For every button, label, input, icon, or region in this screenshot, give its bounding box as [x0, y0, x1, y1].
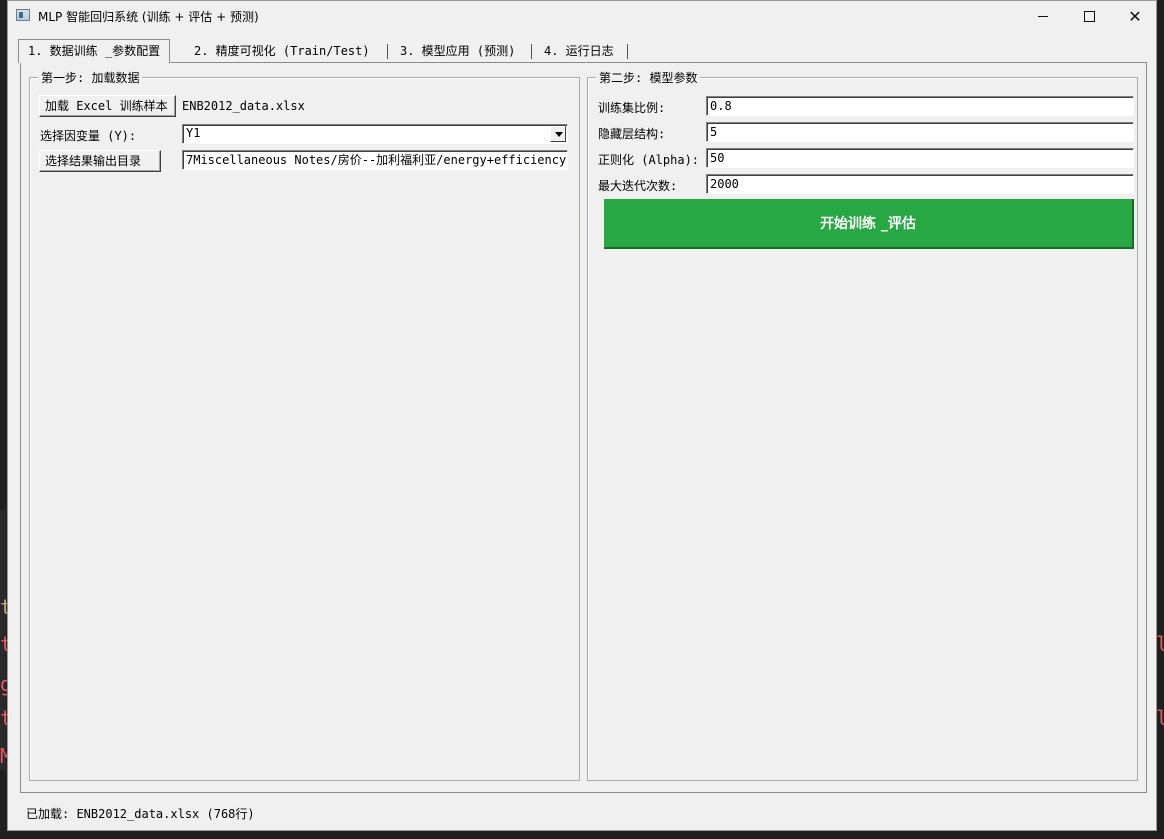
- tab-separator: [627, 44, 628, 59]
- close-icon: ✕: [1128, 6, 1142, 26]
- load-excel-button[interactable]: 加载 Excel 训练样本: [39, 95, 176, 117]
- tab-run-log[interactable]: 4. 运行日志: [535, 41, 623, 62]
- title-bar[interactable]: MLP 智能回归系统 (训练 + 评估 + 预测) ✕: [8, 1, 1156, 31]
- hidden-layers-label: 隐藏层结构:: [598, 127, 666, 141]
- tab-data-training[interactable]: 1. 数据训练 _参数配置: [18, 39, 171, 63]
- tab-separator: [387, 44, 388, 59]
- background-terminal-text: l: [1156, 706, 1164, 730]
- minimize-icon: [1038, 15, 1048, 17]
- window-title: MLP 智能回归系统 (训练 + 评估 + 预测): [38, 10, 259, 24]
- alpha-label: 正则化 (Alpha):: [598, 153, 700, 167]
- step1-title: 第一步: 加载数据: [38, 69, 143, 86]
- chevron-down-icon[interactable]: [550, 126, 566, 142]
- app-icon: [16, 9, 30, 21]
- tab-accuracy-visualization[interactable]: 2. 精度可视化 (Train/Test): [185, 41, 379, 62]
- step1-group: 第一步: 加载数据: [29, 69, 580, 781]
- maximize-button[interactable]: [1066, 1, 1112, 31]
- tab-model-application[interactable]: 3. 模型应用 (预测): [391, 41, 524, 62]
- train-ratio-label: 训练集比例:: [598, 101, 666, 115]
- target-variable-label: 选择因变量 (Y):: [40, 129, 137, 143]
- maximize-icon: [1083, 10, 1095, 22]
- max-iter-field[interactable]: 2000: [706, 174, 1134, 194]
- loaded-file-label: ENB2012_data.xlsx: [182, 99, 305, 113]
- select-output-dir-button[interactable]: 选择结果输出目录: [39, 150, 161, 172]
- background-terminal-text: l: [1156, 632, 1164, 656]
- close-button[interactable]: ✕: [1112, 1, 1158, 31]
- status-bar: 已加载: ENB2012_data.xlsx (768行): [26, 807, 255, 821]
- alpha-field[interactable]: 50: [706, 148, 1134, 168]
- train-ratio-field[interactable]: 0.8: [706, 96, 1134, 116]
- max-iter-label: 最大迭代次数:: [598, 179, 678, 193]
- start-training-button[interactable]: 开始训练 _评估: [604, 199, 1134, 249]
- minimize-button[interactable]: [1020, 1, 1066, 31]
- target-variable-select[interactable]: Y1: [182, 124, 568, 144]
- tab-panel: 第一步: 加载数据 加载 Excel 训练样本 ENB2012_data.xls…: [20, 62, 1147, 793]
- target-variable-value: Y1: [186, 126, 201, 140]
- main-window: MLP 智能回归系统 (训练 + 评估 + 预测) ✕ 1. 数据训练 _参数配…: [7, 0, 1157, 831]
- output-dir-field[interactable]: 7Miscellaneous Notes/房价--加利福利亚/energy+ef…: [182, 150, 568, 170]
- tab-separator: [531, 44, 532, 59]
- hidden-layers-field[interactable]: 5: [706, 122, 1134, 142]
- step2-title: 第二步: 模型参数: [596, 69, 701, 86]
